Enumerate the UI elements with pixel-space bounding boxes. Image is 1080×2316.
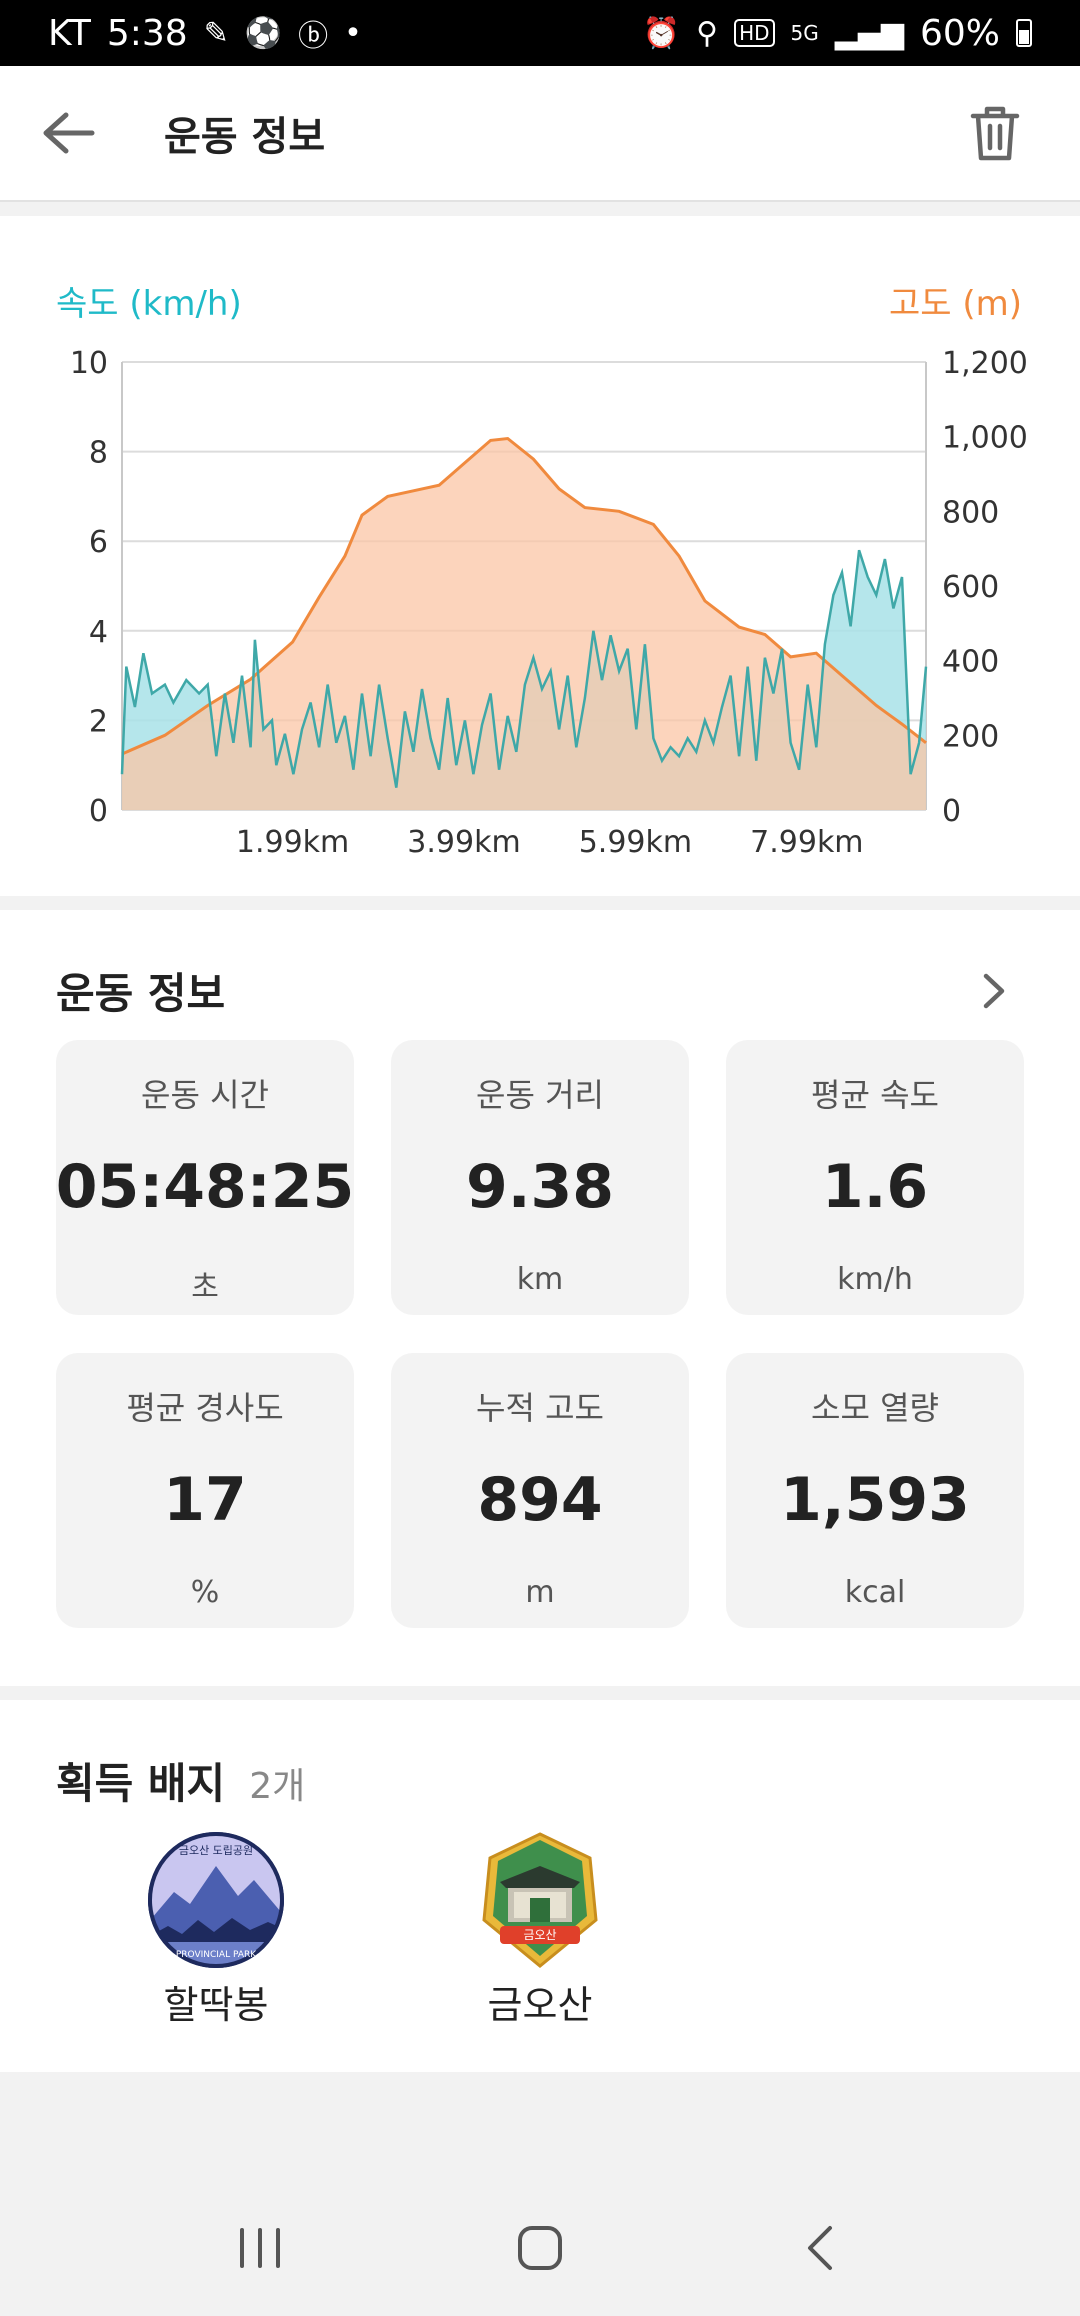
status-bar: KT 5:38 ✎ ⚽ ⓑ • ⏰ ⚲ HD 5G ▂▄▆ 60% bbox=[0, 0, 1080, 66]
status-left: KT 5:38 ✎ ⚽ ⓑ • bbox=[48, 11, 362, 55]
stats-card: 운동 정보 운동 시간 05:48:25 초 운동 거리 9.38 km 평균 … bbox=[0, 910, 1080, 1686]
notification-b-icon: ⓑ bbox=[298, 19, 329, 54]
signal-icon: ▂▄▆ bbox=[834, 15, 904, 51]
badge-item[interactable]: 금오산 도립공원 PROVINCIAL PARK 할딱봉 bbox=[106, 1830, 326, 2029]
back-button[interactable] bbox=[40, 83, 150, 183]
y-right-tick-label: 0 bbox=[942, 794, 961, 829]
badges-count: 2개 bbox=[249, 1766, 306, 1807]
badges-title: 획득 배지 bbox=[56, 1759, 226, 1808]
y-left-tick-label: 4 bbox=[89, 615, 108, 650]
badge-list: 금오산 도립공원 PROVINCIAL PARK 할딱봉 금오산 금오산 bbox=[0, 1830, 1080, 2050]
back-nav-button[interactable] bbox=[760, 2198, 880, 2298]
y-right-tick-label: 600 bbox=[942, 570, 999, 605]
stat-label: 평균 경사도 bbox=[126, 1389, 284, 1427]
stat-tile-elevation-gain: 누적 고도 894 m bbox=[391, 1353, 689, 1628]
temple-gate-badge-icon: 금오산 bbox=[482, 1832, 598, 1968]
badge-name: 할딱봉 bbox=[163, 1983, 269, 2027]
stat-tile-calories: 소모 열량 1,593 kcal bbox=[726, 1353, 1024, 1628]
altitude-area bbox=[122, 438, 926, 810]
system-nav-bar bbox=[0, 2180, 1080, 2316]
arrow-left-icon bbox=[43, 112, 95, 154]
stat-label: 운동 시간 bbox=[141, 1076, 269, 1114]
notification-app-icon: ✎ bbox=[203, 15, 229, 51]
network-label: 5G bbox=[790, 21, 819, 45]
chevron-left-icon bbox=[808, 2226, 832, 2270]
stat-value: 9.38 bbox=[465, 1152, 615, 1222]
stat-value: 05:48:25 bbox=[55, 1152, 355, 1222]
stats-title: 운동 정보 bbox=[56, 969, 226, 1018]
home-button[interactable] bbox=[480, 2198, 600, 2298]
stat-label: 소모 열량 bbox=[811, 1389, 939, 1427]
y-left-tick-label: 6 bbox=[89, 525, 108, 560]
trash-icon bbox=[970, 106, 1020, 161]
y-left-tick-label: 8 bbox=[89, 436, 108, 471]
alarm-icon: ⏰ bbox=[642, 15, 681, 51]
x-tick-label: 7.99km bbox=[750, 825, 863, 860]
y-left-tick-label: 0 bbox=[89, 794, 108, 829]
stats-header: 운동 정보 bbox=[56, 960, 1024, 1021]
y-right-tick-label: 800 bbox=[942, 495, 999, 530]
stat-unit: m bbox=[525, 1575, 555, 1610]
badge-item[interactable]: 금오산 금오산 bbox=[430, 1830, 650, 2029]
y-left-tick-label: 2 bbox=[89, 704, 108, 739]
carrier-label: KT bbox=[48, 12, 91, 54]
home-icon bbox=[518, 2226, 562, 2270]
battery-icon bbox=[1016, 19, 1032, 47]
x-tick-label: 5.99km bbox=[579, 825, 692, 860]
clock: 5:38 bbox=[106, 12, 188, 54]
status-right: ⏰ ⚲ HD 5G ▂▄▆ 60% bbox=[643, 13, 1032, 54]
stat-unit: 초 bbox=[191, 1270, 219, 1305]
stat-unit: % bbox=[190, 1575, 220, 1610]
app-bar: 운동 정보 bbox=[0, 66, 1080, 202]
chart-card: 속도 (km/h) 고도 (m) 0 2 4 6 8 10 0 200 400 600 800 1,0… bbox=[0, 216, 1080, 896]
stat-tile-avg-speed: 평균 속도 1.6 km/h bbox=[726, 1040, 1024, 1315]
y-right-tick-label: 400 bbox=[942, 645, 999, 680]
x-tick-label: 3.99km bbox=[407, 825, 520, 860]
stat-unit: kcal bbox=[844, 1575, 906, 1610]
stat-label: 누적 고도 bbox=[476, 1389, 604, 1427]
x-tick-label: 1.99km bbox=[236, 825, 349, 860]
badge-name: 금오산 bbox=[487, 1983, 593, 2027]
y-right-tick-label: 1,000 bbox=[942, 421, 1028, 456]
delete-button[interactable] bbox=[950, 88, 1040, 178]
mountain-park-badge-icon: 금오산 도립공원 PROVINCIAL PARK bbox=[148, 1832, 284, 1968]
y-right-tick-label: 200 bbox=[942, 719, 999, 754]
hd-label: HD bbox=[734, 19, 775, 47]
stat-unit: km bbox=[516, 1262, 564, 1297]
page-title: 운동 정보 bbox=[164, 114, 326, 160]
stat-tile-distance: 운동 거리 9.38 km bbox=[391, 1040, 689, 1315]
stat-value: 1,593 bbox=[780, 1465, 970, 1535]
stats-more-button[interactable] bbox=[964, 961, 1024, 1021]
chevron-right-icon bbox=[983, 973, 1005, 1008]
recent-apps-icon bbox=[240, 2228, 280, 2268]
stats-grid: 운동 시간 05:48:25 초 운동 거리 9.38 km 평균 속도 1.6… bbox=[56, 1040, 1024, 1628]
badge-emblem-text: 금오산 도립공원 bbox=[179, 1844, 253, 1857]
stat-label: 평균 속도 bbox=[811, 1076, 939, 1114]
badges-header: 획득 배지 2개 bbox=[56, 1750, 305, 1811]
stat-tile-avg-slope: 평균 경사도 17 % bbox=[56, 1353, 354, 1628]
location-icon: ⚲ bbox=[696, 15, 719, 51]
battery-level: 60% bbox=[919, 12, 1000, 54]
badge-footer-text: PROVINCIAL PARK bbox=[176, 1950, 257, 1960]
stat-value: 1.6 bbox=[821, 1152, 929, 1222]
stat-value: 894 bbox=[477, 1465, 603, 1535]
notification-shoe-icon: ⚽ bbox=[244, 15, 283, 51]
badges-card: 획득 배지 2개 금오산 도립공원 PROVINCIAL PARK 할딱봉 금오… bbox=[0, 1700, 1080, 2072]
badge-emblem-text: 금오산 bbox=[523, 1928, 556, 1942]
notification-dot-icon: • bbox=[344, 15, 362, 51]
stat-value: 17 bbox=[163, 1465, 247, 1535]
y-right-tick-label: 1,200 bbox=[942, 346, 1028, 381]
stat-label: 운동 거리 bbox=[476, 1076, 604, 1114]
speed-altitude-chart: 0 2 4 6 8 10 0 200 400 600 800 1,000 1,200 1.99km 3.99… bbox=[70, 346, 1028, 860]
stat-unit: km/h bbox=[837, 1262, 913, 1297]
stat-tile-duration: 운동 시간 05:48:25 초 bbox=[56, 1040, 354, 1315]
y-left-tick-label: 10 bbox=[70, 346, 108, 381]
recent-apps-button[interactable] bbox=[200, 2198, 320, 2298]
